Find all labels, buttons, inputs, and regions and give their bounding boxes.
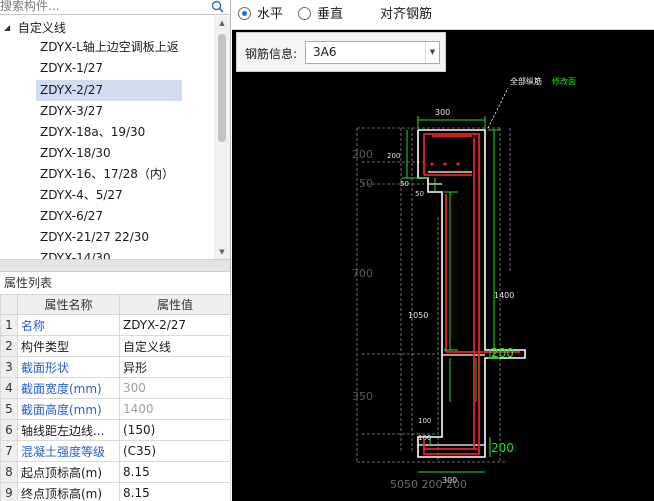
table-row[interactable]: 1 名称 ZDYX-2/27 (0, 314, 231, 336)
table-row[interactable]: 8 起点顶标高(m) 8.15 (0, 461, 231, 483)
row-number: 8 (0, 461, 18, 483)
radio-horizontal-label: 水平 (257, 7, 284, 22)
dim-inner-50b: 50 (415, 190, 424, 198)
drawing-panel: 水平 垂直 对齐钢筋 钢筋信息: 3A6 ▼ 全部纵筋 修改面 300 200 … (232, 0, 654, 501)
tree-item[interactable]: ZDYX-16、17/28（内） (36, 164, 178, 185)
row-number: 2 (0, 335, 18, 357)
dim-inner-1050: 1050 (408, 311, 428, 320)
rebar-info-select[interactable]: 3A6 ▼ (305, 41, 440, 64)
prop-value[interactable]: 8.15 (119, 461, 231, 483)
row-number-header (0, 294, 18, 315)
radio-horizontal[interactable]: 水平 (238, 7, 283, 23)
row-number: 4 (0, 377, 18, 399)
dim-inner-100b: 100 (418, 434, 431, 442)
tree-item[interactable]: ZDYX-L轴上边空调板上返 (36, 37, 183, 58)
collapse-triangle-icon[interactable]: ◢ (4, 19, 14, 37)
search-input[interactable] (0, 0, 206, 14)
rebar-info-value: 3A6 (313, 45, 337, 59)
table-row[interactable]: 2 构件类型 自定义线 (0, 335, 231, 357)
dim-inner-100a: 100 (418, 417, 431, 425)
left-panel: ◢ 自定义线 ZDYX-L轴上边空调板上返 ZDYX-1/27 ZDYX-2/2… (0, 0, 231, 501)
leader-label: 全部纵筋 (510, 76, 542, 86)
prop-name: 混凝土强度等级 (17, 440, 120, 462)
tree-item[interactable]: ZDYX-14/30 (36, 248, 115, 259)
prop-name: 轴线距左边线... (17, 419, 120, 441)
chevron-down-icon[interactable]: ▼ (425, 42, 439, 63)
panel-splitter[interactable] (0, 259, 230, 272)
tree-scrollbar[interactable]: ▲ ▼ (214, 16, 230, 259)
prop-name: 构件类型 (17, 335, 120, 357)
prop-value[interactable]: 异形 (119, 356, 231, 378)
dim-right-200a: 200 (491, 346, 514, 360)
properties-title: 属性列表 (0, 273, 230, 294)
align-rebar-button[interactable]: 对齐钢筋 (380, 7, 432, 23)
tree-item[interactable]: ZDYX-18a、19/30 (36, 122, 149, 143)
scrollbar-thumb[interactable] (218, 34, 226, 142)
tree-item[interactable]: ZDYX-1/27 (36, 58, 107, 79)
prop-value[interactable]: (150) (119, 419, 231, 441)
scroll-up-arrow-icon[interactable]: ▲ (214, 16, 230, 30)
prop-value: 300 (119, 377, 231, 399)
dim-left-50: 50 (359, 177, 373, 190)
properties-table: 属性名称 属性值 1 名称 ZDYX-2/27 2 构件类型 自定义线 3 截面… (0, 294, 231, 501)
section-drawing[interactable]: 全部纵筋 修改面 300 200 50 700 350 200 50 50 10… (232, 72, 654, 501)
row-number: 1 (0, 314, 18, 336)
prop-name: 名称 (17, 314, 120, 336)
search-bar (0, 0, 230, 15)
rebar-info-panel: 钢筋信息: 3A6 ▼ (236, 32, 446, 72)
tree-root-node[interactable]: ◢ 自定义线 (4, 19, 66, 37)
dim-right-200b: 200 (491, 441, 514, 455)
prop-name: 终点顶标高(m) (17, 482, 120, 501)
radio-vertical-label: 垂直 (317, 7, 344, 22)
table-row[interactable]: 6 轴线距左边线... (150) (0, 419, 231, 441)
col-header-name: 属性名称 (17, 294, 120, 315)
table-row[interactable]: 3 截面形状 异形 (0, 356, 231, 378)
tree-item[interactable]: ZDYX-18/30 (36, 143, 115, 164)
rebar-info-label: 钢筋信息: (245, 47, 298, 61)
prop-name: 截面形状 (17, 356, 120, 378)
scroll-down-arrow-icon[interactable]: ▼ (214, 245, 230, 259)
table-row[interactable]: 7 混凝土强度等级 (C35) (0, 440, 231, 462)
dim-bottom-row: 5050 200 200 (390, 478, 467, 491)
tree-item[interactable]: ZDYX-4、5/27 (36, 185, 127, 206)
tree-root-label: 自定义线 (17, 21, 66, 35)
dim-top-width: 300 (435, 108, 450, 117)
dim-left-200: 200 (352, 148, 373, 161)
table-row[interactable]: 4 截面宽度(mm) 300 (0, 377, 231, 399)
tree-item-selected[interactable]: ZDYX-2/27 (36, 80, 182, 101)
search-icon[interactable] (210, 0, 226, 14)
prop-value: 1400 (119, 398, 231, 420)
prop-value[interactable]: 自定义线 (119, 335, 231, 357)
prop-value[interactable]: (C35) (119, 440, 231, 462)
row-number: 3 (0, 356, 18, 378)
table-row[interactable]: 5 截面高度(mm) 1400 (0, 398, 231, 420)
dim-left-700: 700 (352, 267, 373, 280)
table-row[interactable]: 9 终点顶标高(m) 8.15 (0, 482, 231, 501)
prop-value[interactable]: ZDYX-2/27 (119, 314, 231, 336)
prop-name: 截面宽度(mm) (17, 377, 120, 399)
row-number: 6 (0, 419, 18, 441)
radio-vertical[interactable]: 垂直 (298, 7, 343, 23)
prop-name: 截面高度(mm) (17, 398, 120, 420)
col-header-value: 属性值 (119, 294, 231, 315)
prop-value[interactable]: 8.15 (119, 482, 231, 501)
dim-inner-200: 200 (387, 152, 400, 160)
prop-name: 起点顶标高(m) (17, 461, 120, 483)
row-number: 5 (0, 398, 18, 420)
rebar-toolbar: 水平 垂直 对齐钢筋 (232, 0, 654, 30)
radio-checked-icon[interactable] (238, 7, 251, 20)
modify-face-link[interactable]: 修改面 (552, 76, 576, 86)
dim-left-350: 350 (352, 390, 373, 403)
row-number: 9 (0, 482, 18, 501)
dim-right-1400: 1400 (494, 291, 514, 300)
tree-item[interactable]: ZDYX-6/27 (36, 206, 107, 227)
row-number: 7 (0, 440, 18, 462)
component-tree: ◢ 自定义线 ZDYX-L轴上边空调板上返 ZDYX-1/27 ZDYX-2/2… (0, 16, 230, 259)
tree-item[interactable]: ZDYX-21/27 22/30 (36, 227, 153, 248)
tree-item[interactable]: ZDYX-3/27 (36, 101, 107, 122)
dim-inner-50a: 50 (400, 180, 409, 188)
radio-unchecked-icon[interactable] (298, 7, 311, 20)
